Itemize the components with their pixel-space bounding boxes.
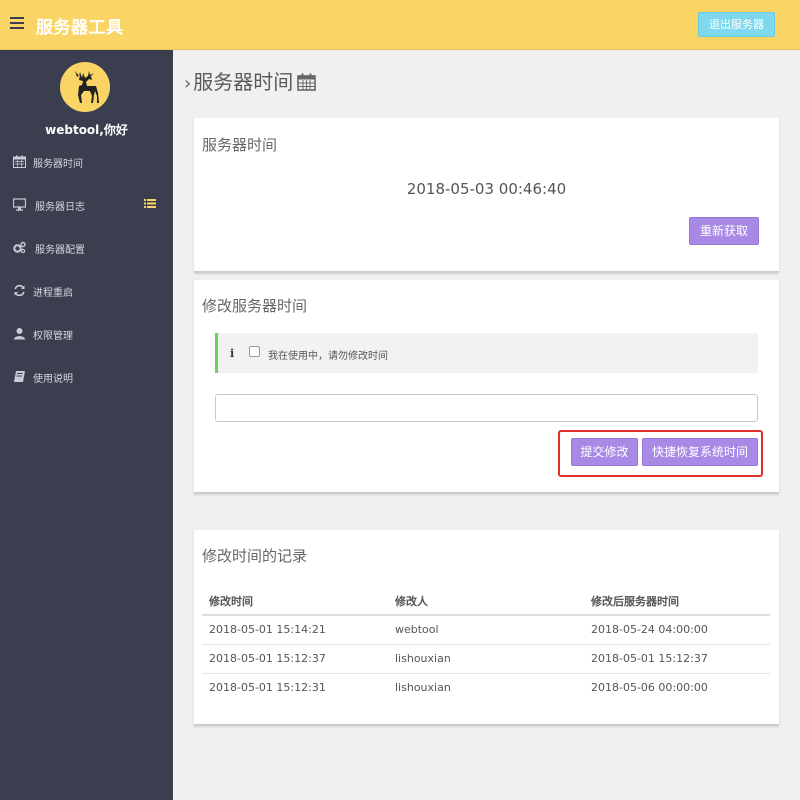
sidebar-item-instructions[interactable]: 使用说明 xyxy=(0,357,173,397)
sidebar-item-label: 进程重启 xyxy=(33,288,73,299)
cell-modifier: lishouxian xyxy=(395,681,451,695)
panel-title: 修改时间的记录 xyxy=(202,547,308,565)
sidebar-item-process-restart[interactable]: 进程重启 xyxy=(0,271,173,311)
sidebar: webtool,你好 服务器时间 服务器日志 服务器配置 进程重启 权限管理 使… xyxy=(0,50,173,800)
cell-new-server-time: 2018-05-01 15:12:37 xyxy=(584,644,770,674)
refresh-time-button[interactable]: 重新获取 xyxy=(689,217,759,245)
exit-server-button[interactable]: 退出服务器 xyxy=(698,12,775,37)
in-use-notice: i 我在使用中，请勿修改时间 xyxy=(215,333,758,373)
info-icon: i xyxy=(230,347,235,360)
cell-new-server-time: 2018-05-06 00:00:00 xyxy=(591,681,708,695)
notice-text: 我在使用中，请勿修改时间 xyxy=(268,351,388,362)
records-table: 修改时间 修改人 修改后服务器时间 2018-05-01 15:14:21 we… xyxy=(202,587,770,702)
user-icon xyxy=(14,328,25,340)
panel-title: 修改服务器时间 xyxy=(202,297,308,315)
submit-change-button[interactable]: 提交修改 xyxy=(571,438,638,466)
app-title: 服务器工具 xyxy=(36,18,124,38)
cell-modify-time: 2018-05-01 15:14:21 xyxy=(202,615,388,645)
cell-modifier: webtool xyxy=(388,615,584,645)
cell-new-server-time: 2018-05-24 04:00:00 xyxy=(584,615,770,645)
restore-system-time-button[interactable]: 快捷恢复系统时间 xyxy=(642,438,758,466)
sidebar-item-label: 使用说明 xyxy=(33,374,73,385)
calendar-icon xyxy=(13,155,26,168)
monitor-icon xyxy=(13,198,26,211)
change-records-panel: 修改时间的记录 修改时间 修改人 修改后服务器时间 2018-05-01 15:… xyxy=(194,530,779,726)
sidebar-item-label: 服务器配置 xyxy=(35,245,85,256)
column-header-modify-time: 修改时间 xyxy=(202,587,388,616)
cell-modify-time: 2018-05-01 15:12:31 xyxy=(209,681,326,695)
sidebar-item-server-time[interactable]: 服务器时间 xyxy=(0,142,173,182)
in-use-checkbox[interactable] xyxy=(249,346,260,357)
book-icon xyxy=(14,371,25,382)
hamburger-menu-icon[interactable] xyxy=(10,17,24,29)
column-header-new-server-time: 修改后服务器时间 xyxy=(584,587,770,616)
table-row: 2018-05-01 15:12:31 lishouxian 2018-05-0… xyxy=(202,673,770,702)
table-header-row: 修改时间 修改人 修改后服务器时间 xyxy=(202,587,770,616)
chevron-right-icon: › xyxy=(184,73,192,94)
list-icon[interactable] xyxy=(144,198,156,209)
cell-modifier: lishouxian xyxy=(388,644,584,674)
server-time-panel: 服务器时间 2018-05-03 00:46:40 重新获取 xyxy=(194,118,779,273)
modify-time-panel: 修改服务器时间 i 我在使用中，请勿修改时间 提交修改 快捷恢复系统时间 xyxy=(194,280,779,494)
top-bar: 服务器工具 退出服务器 xyxy=(0,0,800,50)
refresh-icon xyxy=(14,284,25,297)
sidebar-item-server-config[interactable]: 服务器配置 xyxy=(0,228,173,268)
server-time-value: 2018-05-03 00:46:40 xyxy=(406,180,567,198)
panel-title: 服务器时间 xyxy=(202,136,278,154)
sidebar-item-label: 权限管理 xyxy=(33,331,73,342)
deer-icon xyxy=(75,71,99,103)
cogs-icon xyxy=(13,241,26,254)
sidebar-item-label: 服务器日志 xyxy=(35,202,85,213)
table-row: 2018-05-01 15:12:37 lishouxian 2018-05-0… xyxy=(202,644,770,674)
calendar-icon xyxy=(297,73,317,91)
sidebar-item-label: 服务器时间 xyxy=(33,159,83,170)
sidebar-item-permissions[interactable]: 权限管理 xyxy=(0,314,173,354)
sidebar-item-server-log[interactable]: 服务器日志 xyxy=(0,185,173,225)
column-header-modifier: 修改人 xyxy=(388,587,584,616)
page-title: › 服务器时间 xyxy=(184,66,317,95)
cell-modify-time: 2018-05-01 15:12:37 xyxy=(202,644,388,674)
avatar xyxy=(60,62,110,112)
new-time-input[interactable] xyxy=(215,394,758,422)
table-row: 2018-05-01 15:14:21 webtool 2018-05-24 0… xyxy=(202,615,770,645)
username-greeting: webtool,你好 xyxy=(45,123,128,137)
